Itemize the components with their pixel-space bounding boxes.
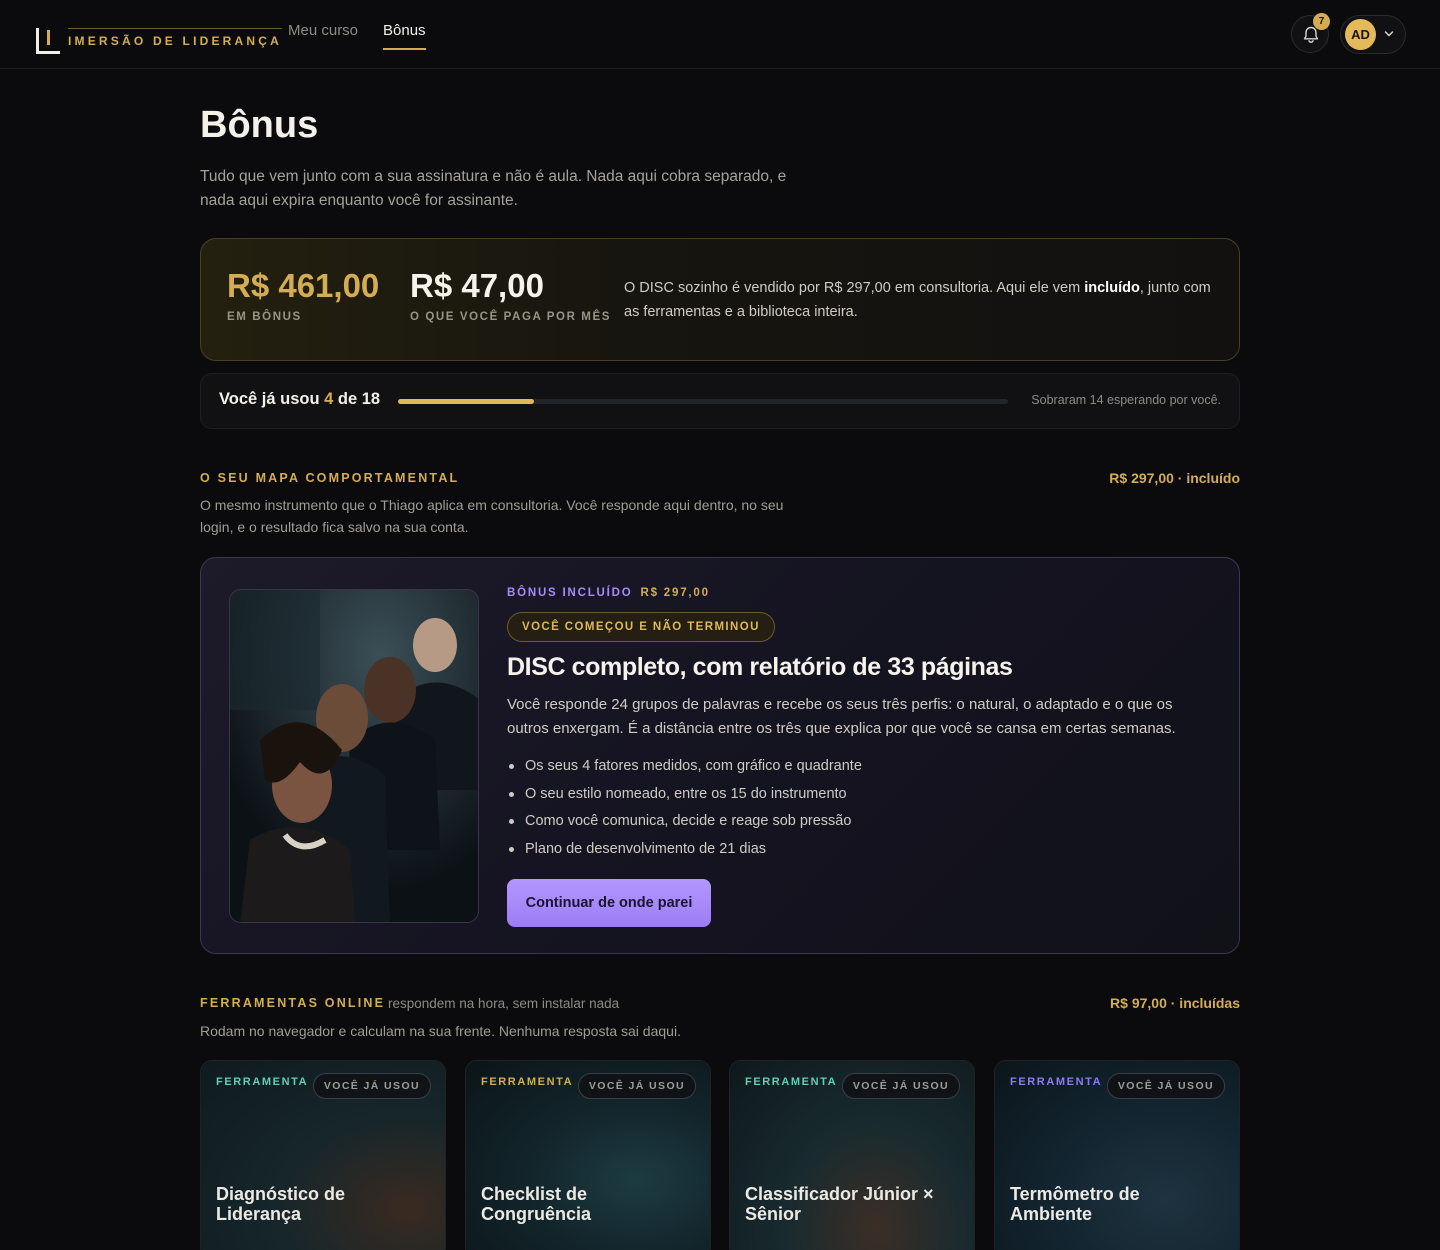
notification-count-badge: 7 xyxy=(1313,13,1330,30)
bonus-total-label: EM BÔNUS xyxy=(227,311,302,323)
logo-mark-icon[interactable] xyxy=(36,28,60,54)
disc-title: DISC completo, com relatório de 33 págin… xyxy=(507,653,1013,681)
tool-name: Checklist de Congruência xyxy=(481,1184,592,1224)
top-navigation-bar: IMERSÃO DE LIDERANÇA Meu curso Bônus 7 A… xyxy=(0,0,1440,69)
tool-used-badge: VOCÊ JÁ USOU xyxy=(1106,1073,1225,1099)
page-subtitle: Tudo que vem junto com a sua assinatura … xyxy=(200,168,787,209)
tool-kicker: FERRAMENTA xyxy=(1010,1076,1103,1088)
disc-description: Você responde 24 grupos de palavras e re… xyxy=(507,696,1176,737)
tool-name: Classificador Júnior × Sênior xyxy=(745,1184,934,1224)
tool-card-classificador[interactable]: FERRAMENTA VOCÊ JÁ USOU Classificador Jú… xyxy=(729,1060,975,1250)
bonus-value-summary: R$ 461,00 EM BÔNUS R$ 47,00 O QUE VOCÊ P… xyxy=(200,238,1240,361)
list-item: Plano de desenvolvimento de 21 dias xyxy=(507,837,862,865)
tool-card-checklist[interactable]: FERRAMENTA VOCÊ JÁ USOU Checklist de Con… xyxy=(465,1060,711,1250)
section-price-tools: R$ 97,00 · incluídas xyxy=(1110,995,1240,1011)
monthly-price-label: O QUE VOCÊ PAGA POR MÊS xyxy=(410,311,612,323)
people-photo-illustration xyxy=(230,590,478,922)
usage-remaining-text: Sobraram 14 esperando por você. xyxy=(1031,393,1221,407)
continue-button[interactable]: Continuar de onde parei xyxy=(507,879,711,927)
tool-name: Termômetro de Ambiente xyxy=(1010,1184,1140,1224)
tool-used-badge: VOCÊ JÁ USOU xyxy=(577,1073,696,1099)
tool-kicker: FERRAMENTA xyxy=(745,1076,838,1088)
user-menu-button[interactable]: AD xyxy=(1340,15,1406,54)
page-title: Bônus xyxy=(200,104,319,146)
tool-used-badge: VOCÊ JÁ USOU xyxy=(841,1073,960,1099)
disc-feature-list: Os seus 4 fatores medidos, com gráfico e… xyxy=(507,754,862,864)
monthly-price-amount: R$ 47,00 xyxy=(410,267,544,304)
usage-progress-label: Você já usou 4 de 18 xyxy=(219,390,381,408)
list-item: O seu estilo nomeado, entre os 15 do ins… xyxy=(507,782,862,810)
disc-bonus-card: BÔNUS INCLUÍDO R$ 297,00 VOCÊ COMEÇOU E N… xyxy=(200,557,1240,954)
section-title-tools: FERRAMENTAS ONLINE xyxy=(200,996,386,1010)
avatar: AD xyxy=(1345,19,1376,50)
tool-card-termometro[interactable]: FERRAMENTA VOCÊ JÁ USOU Termômetro de Am… xyxy=(994,1060,1240,1250)
bonus-total-amount: R$ 461,00 xyxy=(227,267,380,304)
section-price-map: R$ 297,00 · incluído xyxy=(1109,470,1240,486)
chevron-down-icon xyxy=(1384,31,1394,37)
usage-progress-fill xyxy=(398,399,534,404)
disc-status-badge: VOCÊ COMEÇOU E NÃO TERMINOU xyxy=(507,612,775,642)
nav-bonus[interactable]: Bônus xyxy=(383,22,426,50)
list-item: Os seus 4 fatores medidos, com gráfico e… xyxy=(507,754,862,782)
section-description-tools: Rodam no navegador e calculam na sua fre… xyxy=(200,1023,681,1039)
section-description-map: O mesmo instrumento que o Thiago aplica … xyxy=(200,497,784,535)
usage-progress-track xyxy=(398,399,1008,404)
tool-name: Diagnóstico de Liderança xyxy=(216,1184,346,1224)
tool-card-diagnostico[interactable]: FERRAMENTA VOCÊ JÁ USOU Diagnóstico de L… xyxy=(200,1060,446,1250)
section-title-map: O SEU MAPA COMPORTAMENTAL xyxy=(200,471,460,485)
usage-progress-card: Você já usou 4 de 18 Sobraram 14 esperan… xyxy=(200,373,1240,429)
nav-meu-curso[interactable]: Meu curso xyxy=(288,22,358,39)
disc-photo xyxy=(229,589,479,923)
list-item: Como você comunica, decide e reage sob p… xyxy=(507,809,862,837)
disc-kicker: BÔNUS INCLUÍDO R$ 297,00 xyxy=(507,587,710,599)
section-aside-tools: respondem na hora, sem instalar nada xyxy=(388,996,620,1011)
value-description: O DISC sozinho é vendido por R$ 297,00 e… xyxy=(624,280,1211,320)
logo-text[interactable]: IMERSÃO DE LIDERANÇA xyxy=(68,28,283,52)
tool-used-badge: VOCÊ JÁ USOU xyxy=(312,1073,431,1099)
tool-kicker: FERRAMENTA xyxy=(216,1076,309,1088)
tool-kicker: FERRAMENTA xyxy=(481,1076,574,1088)
